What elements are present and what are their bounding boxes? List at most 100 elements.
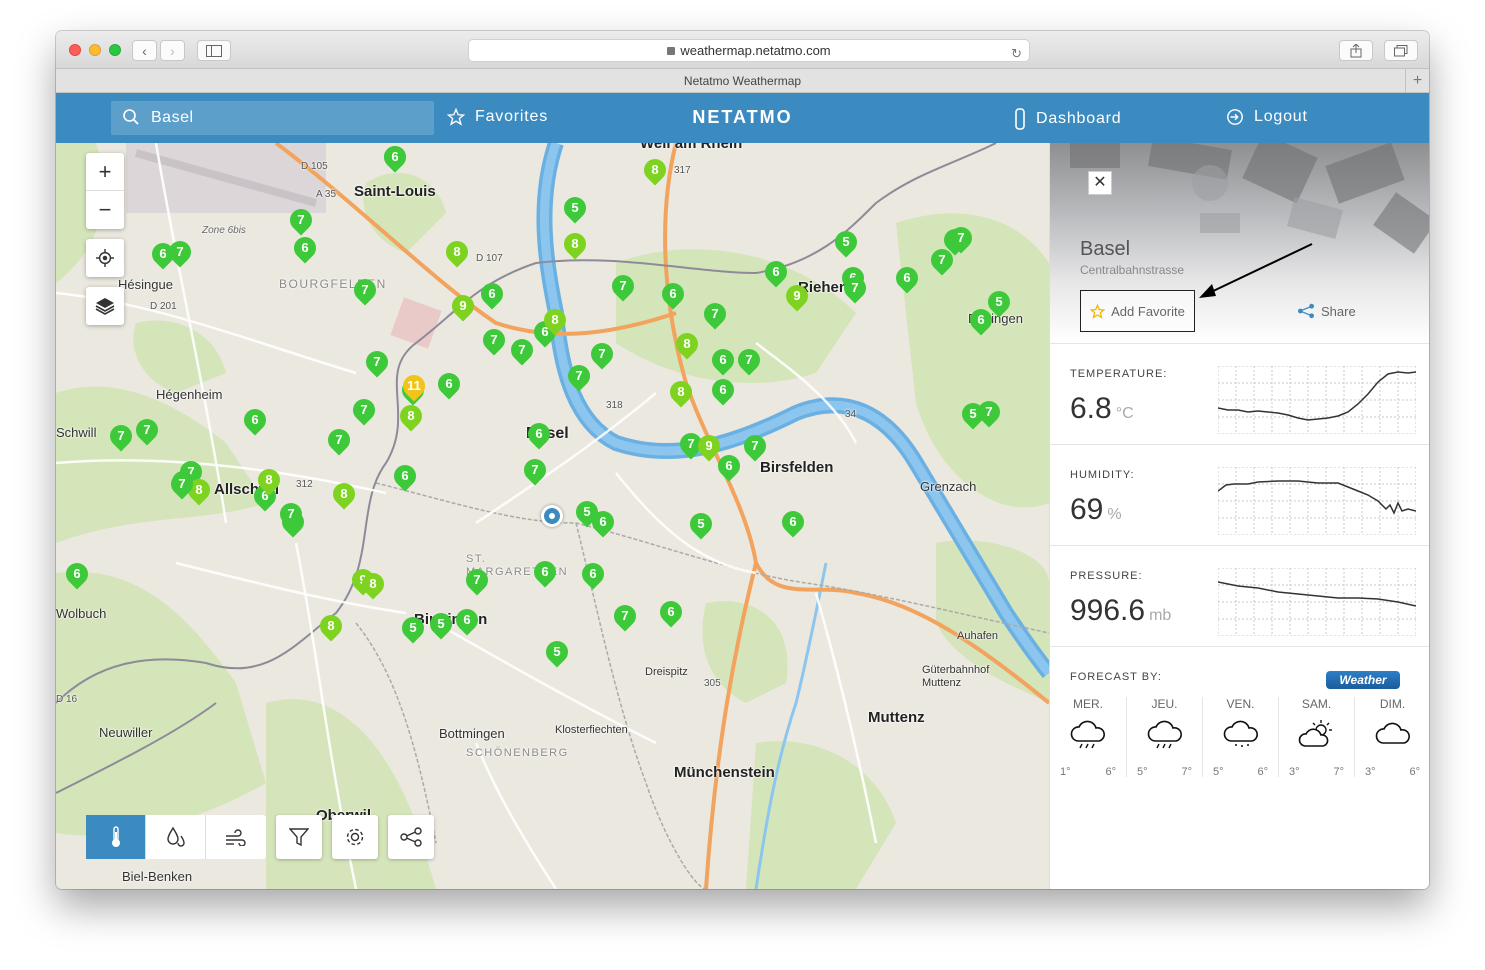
station-marker[interactable]: 7 xyxy=(733,344,765,379)
temperature-mode-button[interactable] xyxy=(86,815,146,859)
station-marker[interactable]: 7 xyxy=(323,424,355,459)
tab-title[interactable]: Netatmo Weathermap xyxy=(684,74,801,88)
station-marker[interactable]: 6 xyxy=(655,596,687,631)
station-marker[interactable]: 5 xyxy=(397,612,429,647)
station-marker[interactable]: 6 xyxy=(379,143,411,176)
weather-map[interactable]: Saint-Louis Hésingue BOURGFELDEN Hégenhe… xyxy=(56,143,1049,889)
station-marker[interactable]: 8 xyxy=(671,328,703,363)
station-marker[interactable]: 7 xyxy=(739,430,771,465)
station-marker[interactable]: 8 xyxy=(328,478,360,513)
search-box[interactable] xyxy=(111,101,434,135)
reload-icon[interactable]: ↻ xyxy=(1011,43,1022,64)
station-marker[interactable]: 7 xyxy=(506,334,538,369)
zoom-out-button[interactable]: − xyxy=(86,191,124,229)
station-marker[interactable]: 9 xyxy=(447,290,479,325)
station-marker[interactable]: 7 xyxy=(945,222,977,257)
station-marker[interactable]: 6 xyxy=(657,278,689,313)
station-marker[interactable]: 8 xyxy=(559,228,591,263)
station-marker[interactable]: 6 xyxy=(239,404,271,439)
station-marker[interactable]: 8 xyxy=(315,610,347,645)
station-marker[interactable]: 8 xyxy=(665,376,697,411)
station-marker[interactable]: 7 xyxy=(607,270,639,305)
maximize-window-button[interactable] xyxy=(109,44,121,56)
station-marker[interactable]: 6 xyxy=(760,256,792,291)
station-marker[interactable]: 7 xyxy=(164,236,196,271)
station-marker[interactable]: 11 xyxy=(398,370,430,405)
station-marker[interactable]: 8 xyxy=(639,154,671,189)
station-marker[interactable]: 6 xyxy=(707,374,739,409)
station-marker[interactable]: 8 xyxy=(539,304,571,339)
share-station-button[interactable]: Share xyxy=(1297,303,1356,319)
station-marker[interactable]: 7 xyxy=(349,274,381,309)
station-marker[interactable]: 5 xyxy=(425,608,457,643)
station-marker[interactable]: 7 xyxy=(586,338,618,373)
station-marker[interactable]: 7 xyxy=(699,298,731,333)
station-marker[interactable]: 7 xyxy=(839,272,871,307)
station-marker[interactable]: 6 xyxy=(451,604,483,639)
tabs-overview-button[interactable] xyxy=(1384,40,1418,61)
location-pin[interactable] xyxy=(541,505,563,527)
station-marker[interactable]: 5 xyxy=(685,508,717,543)
zoom-in-button[interactable]: + xyxy=(86,153,124,191)
locate-button[interactable] xyxy=(86,239,124,277)
station-marker[interactable]: 7 xyxy=(348,394,380,429)
station-marker[interactable]: 5 xyxy=(957,398,989,433)
close-panel-button[interactable]: ✕ xyxy=(1088,171,1112,195)
station-marker[interactable]: 6 xyxy=(707,344,739,379)
station-marker[interactable]: 7 xyxy=(519,454,551,489)
search-input[interactable] xyxy=(151,105,421,131)
station-marker[interactable]: 6 xyxy=(713,450,745,485)
zoom-control: + − xyxy=(86,153,124,229)
station-marker[interactable]: 7 xyxy=(461,564,493,599)
station-marker[interactable]: 7 xyxy=(478,324,510,359)
station-marker[interactable]: 6 xyxy=(289,232,321,267)
sidebar-toggle-button[interactable] xyxy=(197,40,231,61)
station-marker[interactable]: 8 xyxy=(253,464,285,499)
station-marker[interactable]: 6 xyxy=(577,558,609,593)
humidity-mode-button[interactable] xyxy=(146,815,206,859)
station-marker[interactable]: 6 xyxy=(389,460,421,495)
new-tab-button[interactable]: + xyxy=(1405,69,1429,93)
station-marker[interactable]: 8 xyxy=(357,568,389,603)
add-favorite-button[interactable]: Add Favorite xyxy=(1080,290,1195,332)
layers-button[interactable] xyxy=(86,287,124,325)
station-marker[interactable]: 7 xyxy=(361,346,393,381)
station-marker[interactable]: 7 xyxy=(166,468,198,503)
minimize-window-button[interactable] xyxy=(89,44,101,56)
back-button[interactable]: ‹ xyxy=(132,40,157,61)
station-marker[interactable]: 7 xyxy=(609,600,641,635)
station-marker[interactable]: 6 xyxy=(587,506,619,541)
dashboard-link[interactable]: Dashboard xyxy=(1014,108,1121,130)
station-marker[interactable]: 6 xyxy=(433,368,465,403)
station-marker[interactable]: 6 xyxy=(61,558,93,593)
station-marker[interactable]: 7 xyxy=(563,360,595,395)
share-map-button[interactable] xyxy=(388,815,434,859)
station-marker[interactable]: 8 xyxy=(441,236,473,271)
station-marker[interactable]: 6 xyxy=(476,278,508,313)
station-marker[interactable]: 6 xyxy=(777,506,809,541)
settings-button[interactable] xyxy=(332,815,378,859)
address-bar[interactable]: weathermap.netatmo.com ↻ xyxy=(468,39,1030,62)
station-marker[interactable]: 5 xyxy=(830,226,862,261)
station-marker[interactable]: 5 xyxy=(559,192,591,227)
station-marker[interactable]: 5 xyxy=(541,636,573,671)
station-marker[interactable]: 9 xyxy=(693,430,725,465)
station-marker[interactable]: 8 xyxy=(395,400,427,435)
forward-button[interactable]: › xyxy=(160,40,185,61)
logout-link[interactable]: Logout xyxy=(1226,108,1308,126)
share-page-button[interactable] xyxy=(1339,40,1373,61)
station-marker[interactable]: 6 xyxy=(523,418,555,453)
station-marker[interactable]: 7 xyxy=(131,414,163,449)
station-marker[interactable]: 6 xyxy=(891,262,923,297)
close-window-button[interactable] xyxy=(69,44,81,56)
station-marker[interactable]: 7 xyxy=(275,498,307,533)
favorites-link[interactable]: Favorites xyxy=(447,108,548,126)
station-marker[interactable]: 6 xyxy=(965,304,997,339)
map-label-klosterfiechten: Klosterfiechten xyxy=(555,724,628,736)
wind-mode-button[interactable] xyxy=(206,815,266,859)
station-marker[interactable]: 6 xyxy=(529,556,561,591)
station-marker[interactable]: 7 xyxy=(285,204,317,239)
station-marker[interactable]: 9 xyxy=(781,280,813,315)
station-marker[interactable]: 7 xyxy=(105,420,137,455)
filter-button[interactable] xyxy=(276,815,322,859)
